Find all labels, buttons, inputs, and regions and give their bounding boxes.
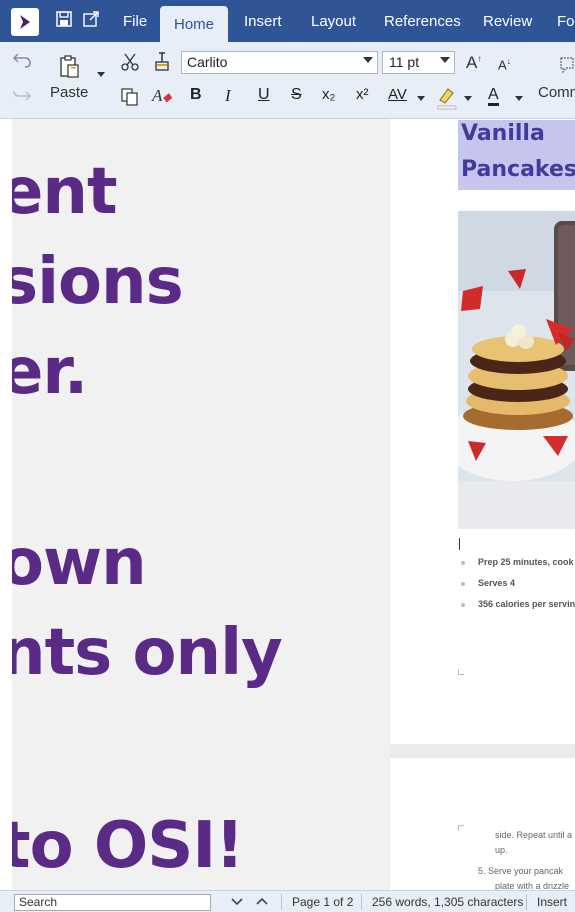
comments-label[interactable]: Comm [538, 84, 575, 101]
menu-format[interactable]: For [557, 0, 575, 42]
paragraph-marker [458, 825, 464, 831]
font-dropdown-icon[interactable] [363, 57, 373, 63]
font-name-select[interactable]: Carlito [181, 51, 378, 74]
menu-file[interactable]: File [123, 0, 147, 42]
slide-text-line: sions [0, 245, 184, 319]
open-in-new-icon[interactable] [83, 11, 99, 27]
pancake-photo[interactable] [458, 211, 575, 529]
menu-bar: File Home Insert Layout References Revie… [0, 0, 575, 42]
ribbon-toolbar: Paste A◆ Carlito 11 pt A↑ A↓ B I U S x₂ … [0, 42, 575, 119]
highlight-dropdown-icon[interactable] [464, 96, 472, 101]
font-size-value: 11 pt [389, 54, 420, 70]
bullet-dot [461, 561, 465, 565]
slide-text-line: er. [0, 335, 88, 409]
page2-text-line[interactable]: 5. Serve your pancak [478, 866, 563, 876]
undo-icon[interactable] [12, 50, 32, 70]
menu-layout[interactable]: Layout [311, 0, 356, 42]
shrink-font-button[interactable]: A↓ [498, 56, 511, 72]
page-indicator[interactable]: Page 1 of 2 [292, 894, 353, 910]
word-processor-window: File Home Insert Layout References Revie… [0, 0, 575, 912]
app-logo-icon[interactable] [11, 8, 39, 36]
paste-icon[interactable] [58, 54, 82, 78]
slide-text-line: ent [0, 155, 118, 229]
redo-icon[interactable] [12, 84, 32, 104]
size-dropdown-icon[interactable] [440, 57, 450, 63]
copy-icon[interactable] [120, 87, 140, 107]
menu-review[interactable]: Review [483, 0, 532, 42]
slide-preview-panel: ent sions er. own nts only to OSI! [0, 119, 390, 890]
page2-text-line[interactable]: side. Repeat until a [495, 830, 572, 840]
left-margin [0, 119, 12, 890]
bullet-dot [461, 603, 465, 607]
comment-icon[interactable] [559, 56, 575, 74]
spacing-dropdown-icon[interactable] [417, 96, 425, 101]
format-painter-icon[interactable] [152, 50, 172, 72]
bullet-item[interactable]: Prep 25 minutes, cook [478, 557, 574, 567]
divider [281, 894, 282, 910]
cut-icon[interactable] [120, 52, 140, 72]
superscript-button[interactable]: x² [356, 86, 369, 103]
slide-text-line: nts only [0, 616, 283, 690]
document-title[interactable]: Vanilla [461, 121, 545, 146]
font-size-select[interactable]: 11 pt [382, 51, 455, 74]
divider [361, 894, 362, 910]
clear-formatting-icon[interactable]: A◆ [152, 86, 172, 106]
paste-label[interactable]: Paste [50, 84, 88, 101]
font-color-dropdown-icon[interactable] [515, 96, 523, 101]
search-input[interactable]: Search [14, 894, 211, 911]
underline-button[interactable]: U [258, 86, 270, 104]
menu-references[interactable]: References [384, 0, 461, 42]
subscript-button[interactable]: x₂ [322, 86, 335, 103]
slide-text-line: own [0, 526, 147, 600]
bullet-dot [461, 582, 465, 586]
font-color-button[interactable]: A [488, 86, 499, 106]
bullet-item[interactable]: 356 calories per servin [478, 599, 575, 609]
chevron-up-icon[interactable] [255, 896, 269, 906]
grow-font-button[interactable]: A↑ [466, 53, 482, 73]
bullet-item[interactable]: Serves 4 [478, 578, 515, 588]
word-count[interactable]: 256 words, 1,305 characters [372, 894, 523, 910]
document-title[interactable]: Pancakes [461, 157, 575, 182]
status-bar: Search Page 1 of 2 256 words, 1,305 char… [0, 890, 575, 912]
font-name-value: Carlito [187, 54, 228, 70]
insert-mode-indicator[interactable]: Insert [537, 894, 567, 910]
divider [526, 894, 527, 910]
text-cursor [459, 538, 460, 550]
menu-insert[interactable]: Insert [244, 0, 282, 42]
slide-text-line: to OSI! [0, 809, 244, 883]
menu-home[interactable]: Home [160, 6, 229, 42]
character-spacing-button[interactable]: AV [388, 86, 407, 103]
paragraph-marker [458, 669, 464, 675]
highlight-icon[interactable] [436, 86, 458, 110]
italic-button[interactable]: I [225, 86, 231, 106]
page2-text-line[interactable]: up. [495, 845, 508, 855]
save-icon[interactable] [56, 11, 72, 27]
paste-dropdown-icon[interactable] [97, 72, 105, 77]
chevron-down-icon[interactable] [230, 897, 244, 907]
bold-button[interactable]: B [190, 86, 202, 104]
strikethrough-button[interactable]: S [291, 86, 302, 104]
